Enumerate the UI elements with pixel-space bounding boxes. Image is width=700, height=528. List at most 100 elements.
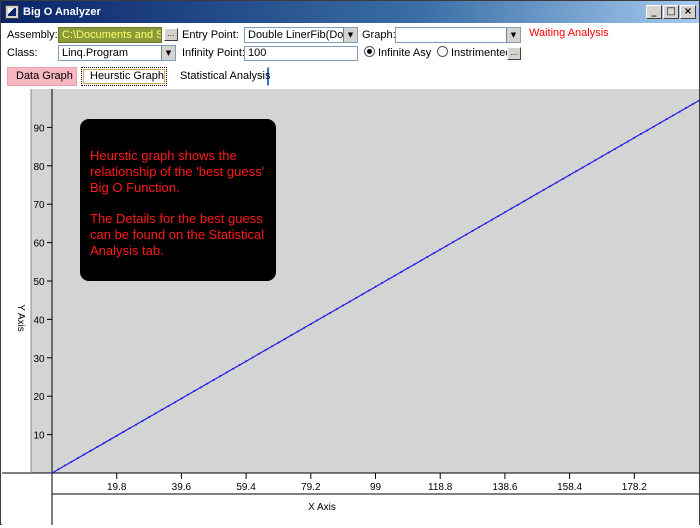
instrumented-browse-button[interactable]: ... <box>507 47 521 60</box>
series-point <box>458 237 461 240</box>
series-point <box>633 136 636 139</box>
assembly-browse-button[interactable]: ... <box>164 28 178 41</box>
series-point <box>296 330 299 333</box>
series-point <box>199 386 202 389</box>
series-point <box>173 401 176 404</box>
assembly-label: Assembly: <box>7 29 58 41</box>
series-point <box>426 255 429 258</box>
x-tick-label: 99 <box>370 482 382 493</box>
class-select[interactable]: Linq.Program ▼ <box>58 45 176 61</box>
infinite-asy-label: Infinite Asy <box>378 47 432 59</box>
infinity-point-label: Infinity Point: <box>182 47 245 59</box>
series-point <box>678 110 681 113</box>
series-point <box>329 311 332 314</box>
series-point <box>76 457 79 460</box>
series-point <box>600 155 603 158</box>
series-point <box>141 419 144 422</box>
infinite-asy-radio[interactable] <box>364 46 375 57</box>
series-point <box>691 103 694 106</box>
y-tick-label: 50 <box>33 277 45 288</box>
series-point <box>393 274 396 277</box>
assembly-value: C:\Documents and Settin <box>62 29 161 41</box>
x-tick-label: 79.2 <box>301 482 321 493</box>
chevron-down-icon[interactable]: ▼ <box>506 28 520 42</box>
series-point <box>568 174 571 177</box>
series-point <box>516 203 519 206</box>
series-point <box>374 285 377 288</box>
tab-heurstic-graph[interactable]: Heurstic Graph <box>81 67 167 86</box>
series-point <box>219 375 222 378</box>
entry-point-select[interactable]: Double LinerFib(Double ▼ <box>244 27 358 43</box>
chevron-down-icon[interactable]: ▼ <box>161 46 175 60</box>
series-point <box>102 442 105 445</box>
series-point <box>620 144 623 147</box>
series-point <box>419 259 422 262</box>
series-point <box>659 121 662 124</box>
minimize-button[interactable]: _ <box>646 5 662 19</box>
tab-statistical-analysis[interactable]: Statistical Analysis <box>171 67 270 86</box>
note-line-3: Big O Function. <box>90 180 180 195</box>
series-point <box>639 133 642 136</box>
series-point <box>160 408 163 411</box>
series-point <box>380 282 383 285</box>
class-label: Class: <box>7 47 38 59</box>
series-point <box>523 200 526 203</box>
series-point <box>135 423 138 426</box>
series-point <box>115 434 118 437</box>
x-tick-label: 39.6 <box>172 482 192 493</box>
maximize-button[interactable]: □ <box>663 5 679 19</box>
assembly-field[interactable]: C:\Documents and Settin <box>58 27 162 43</box>
series-point <box>490 218 493 221</box>
series-point <box>148 416 151 419</box>
series-point <box>70 460 73 463</box>
x-tick-label: 138.6 <box>492 482 517 493</box>
chart-panel: 10 20 30 40 50 60 70 80 90 19.8 39.6 59.4 79.2 99 118… <box>2 89 700 525</box>
title-bar[interactable]: Big O Analyzer _ □ × <box>1 1 699 23</box>
series-point <box>575 170 578 173</box>
x-tick-label: 158.4 <box>557 482 582 493</box>
series-point <box>322 315 325 318</box>
series-point <box>368 289 371 292</box>
series-point <box>348 300 351 303</box>
y-tick-label: 60 <box>33 239 45 250</box>
series-point <box>264 349 267 352</box>
series-point <box>361 293 364 296</box>
tab-data-graph[interactable]: Data Graph <box>7 67 77 86</box>
series-point <box>212 378 215 381</box>
x-tick-label: 19.8 <box>107 482 127 493</box>
close-button[interactable]: × <box>680 5 696 19</box>
x-axis-band <box>52 473 699 525</box>
series-point <box>245 360 248 363</box>
series-point <box>186 393 189 396</box>
chevron-down-icon[interactable]: ▼ <box>343 28 357 42</box>
series-point <box>672 114 675 117</box>
instrumented-radio[interactable] <box>437 46 448 57</box>
series-point <box>432 252 435 255</box>
series-point <box>96 445 99 448</box>
entry-point-value: Double LinerFib(Double <box>248 29 343 41</box>
series-point <box>406 267 409 270</box>
series-point <box>180 397 183 400</box>
x-tick-label: 178.2 <box>622 482 647 493</box>
series-point <box>387 278 390 281</box>
series-point <box>542 188 545 191</box>
series-point <box>588 162 591 165</box>
series-point <box>238 363 241 366</box>
series-point <box>303 326 306 329</box>
series-point <box>607 151 610 154</box>
x-tick-label: 59.4 <box>236 482 256 493</box>
y-tick-label: 20 <box>33 392 45 403</box>
series-point <box>89 449 92 452</box>
graph-select[interactable]: ▼ <box>395 27 521 43</box>
infinity-point-input[interactable]: 100 <box>244 46 358 61</box>
series-point <box>251 356 254 359</box>
series-point <box>83 453 86 456</box>
series-point <box>206 382 209 385</box>
series-point <box>413 263 416 266</box>
class-value: Linq.Program <box>62 47 129 59</box>
series-point <box>290 334 293 337</box>
series-point <box>665 118 668 121</box>
series-point <box>555 181 558 184</box>
y-axis-label: Y Axis <box>15 304 26 332</box>
series-point <box>646 129 649 132</box>
